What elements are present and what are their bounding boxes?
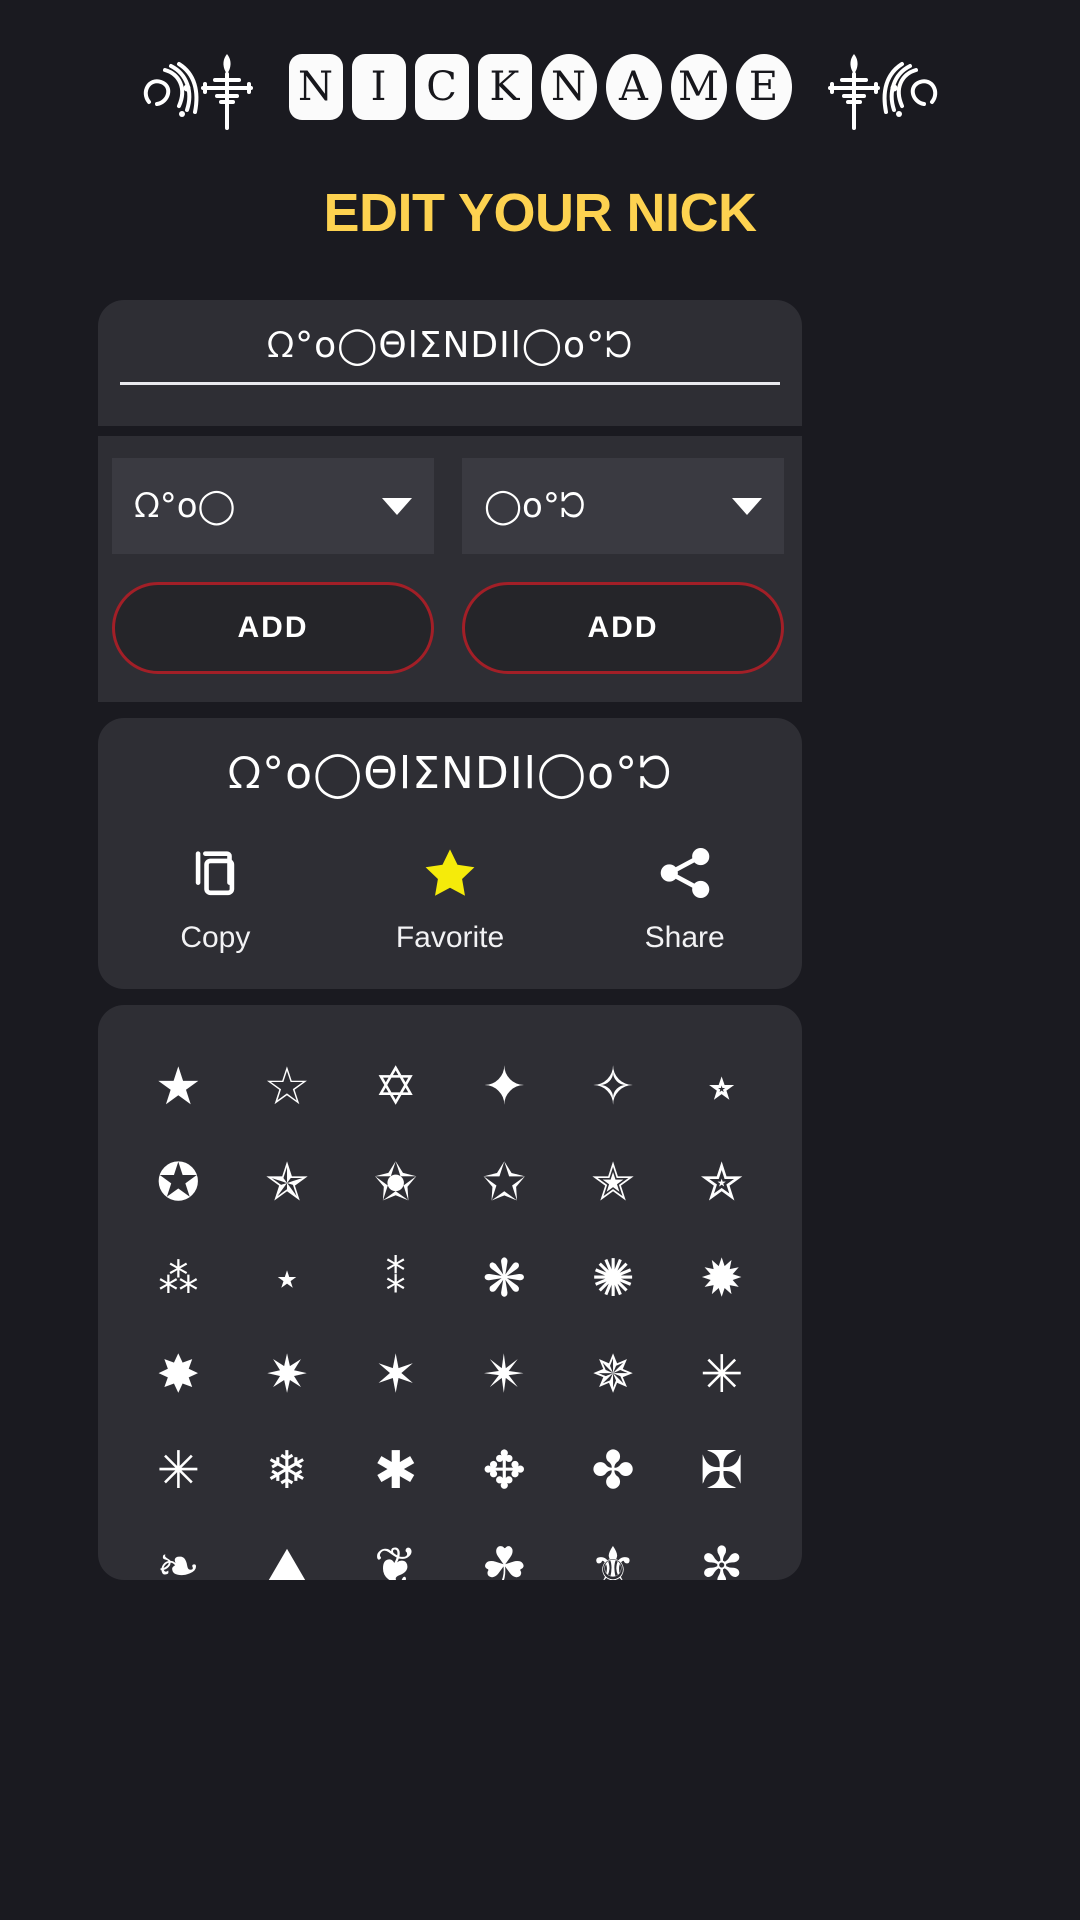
- prefix-decoration-value: ᘯ°o◯: [134, 486, 382, 526]
- symbol-cell[interactable]: ✬: [374, 1157, 418, 1209]
- app-logo-bar: N I C K N A M E: [0, 0, 1080, 140]
- nick-preview-card: ᘯ°o◯ΘlΣNDIl◯o°ᘰ Copy Fav: [98, 718, 802, 989]
- symbol-cell[interactable]: ✦: [483, 1061, 527, 1113]
- star-icon: [418, 841, 482, 905]
- flourish-ornament-left-icon: [135, 44, 275, 130]
- add-prefix-button[interactable]: ADD: [112, 582, 434, 674]
- add-suffix-button[interactable]: ADD: [462, 582, 784, 674]
- symbol-cell[interactable]: ⁑: [386, 1259, 406, 1299]
- favorite-action[interactable]: Favorite: [333, 841, 568, 955]
- symbol-cell[interactable]: ✼: [700, 1541, 744, 1580]
- symbol-cell[interactable]: ✧: [591, 1061, 635, 1113]
- symbol-cell[interactable]: ✶: [374, 1349, 418, 1401]
- brand-letter: A: [606, 54, 662, 120]
- nick-input-value[interactable]: ᘯ°o◯ΘlΣNDIl◯o°ᘰ: [267, 326, 633, 366]
- brand-letter: N: [289, 54, 343, 120]
- symbol-cell[interactable]: ✵: [591, 1349, 635, 1401]
- symbol-cell[interactable]: ⭒: [708, 1061, 736, 1113]
- decoration-picker-card: ᘯ°o◯ ◯o°ᘰ ADD ADD: [98, 436, 802, 702]
- symbol-cell[interactable]: ✪: [157, 1157, 201, 1209]
- brand-letter: C: [415, 54, 469, 120]
- brand-letter: I: [352, 54, 406, 120]
- copy-label: Copy: [180, 921, 250, 955]
- symbol-cell[interactable]: ٭: [276, 1259, 298, 1299]
- symbol-cell[interactable]: ❄: [265, 1445, 309, 1497]
- symbol-cell[interactable]: ☘: [481, 1541, 528, 1580]
- chevron-down-icon[interactable]: [732, 498, 762, 515]
- symbol-cell[interactable]: ✯: [265, 1157, 309, 1209]
- input-underline: [120, 382, 780, 385]
- symbol-cell[interactable]: ⚜: [590, 1541, 637, 1580]
- symbol-cell[interactable]: ☆: [264, 1061, 311, 1113]
- symbol-cell[interactable]: ✭: [591, 1157, 635, 1209]
- share-label: Share: [645, 921, 725, 955]
- action-bar: Copy Favorite: [98, 841, 802, 955]
- symbol-cell[interactable]: ❋: [483, 1253, 527, 1305]
- symbol-cell[interactable]: ✷: [265, 1349, 309, 1401]
- symbol-cell[interactable]: ✩: [483, 1157, 527, 1209]
- copy-action[interactable]: Copy: [98, 841, 333, 955]
- copy-icon: [183, 841, 247, 905]
- symbol-grid-card: ★ ☆ ✡ ✦ ✧ ⭒ ✪ ✯ ✬ ✩ ✭ ✮ ⁂ ٭ ⁑ ❋ ✺ ✹ ✸ ✷ ✶ ✴ ✵ ✳ ✳ ❄ ✱ ✥ ✤ ✠ ❧ ⛰ ❦ ☘ ⚜ ✼: [98, 1005, 802, 1580]
- nick-preview-value[interactable]: ᘯ°o◯ΘlΣNDIl◯o°ᘰ: [228, 748, 672, 799]
- symbol-cell[interactable]: ✱: [374, 1445, 418, 1497]
- symbol-cell[interactable]: ❦: [374, 1541, 418, 1580]
- suffix-decoration-select[interactable]: ◯o°ᘰ: [462, 458, 784, 554]
- share-icon: [653, 841, 717, 905]
- favorite-label: Favorite: [396, 921, 504, 955]
- brand-letters: N I C K N A M E: [289, 54, 792, 120]
- symbol-cell[interactable]: ✤: [591, 1445, 635, 1497]
- symbol-cell[interactable]: ✡: [374, 1061, 418, 1113]
- symbol-cell[interactable]: ⁂: [158, 1259, 198, 1299]
- symbol-cell[interactable]: ❧: [157, 1541, 201, 1580]
- decoration-select-row: ᘯ°o◯ ◯o°ᘰ: [112, 458, 788, 554]
- flourish-ornament-right-icon: [806, 44, 946, 130]
- symbol-cell[interactable]: ✳: [157, 1445, 201, 1497]
- prefix-decoration-select[interactable]: ᘯ°o◯: [112, 458, 434, 554]
- symbol-cell[interactable]: ✴: [483, 1349, 527, 1401]
- symbol-cell[interactable]: ✸: [157, 1349, 201, 1401]
- symbol-cell[interactable]: ⛰: [265, 1541, 309, 1580]
- symbol-cell[interactable]: ✹: [700, 1253, 744, 1305]
- add-button-row: ADD ADD: [112, 582, 788, 674]
- brand-letter: K: [478, 54, 532, 120]
- suffix-decoration-value: ◯o°ᘰ: [484, 486, 732, 526]
- brand-letter: E: [736, 54, 792, 120]
- brand-letter: N: [541, 54, 597, 120]
- symbol-cell[interactable]: ✠: [700, 1445, 744, 1497]
- symbol-grid: ★ ☆ ✡ ✦ ✧ ⭒ ✪ ✯ ✬ ✩ ✭ ✮ ⁂ ٭ ⁑ ❋ ✺ ✹ ✸ ✷ ✶ ✴ ✵ ✳ ✳ ❄ ✱ ✥ ✤ ✠ ❧ ⛰ ❦ ☘ ⚜ ✼: [124, 1039, 776, 1580]
- page-title: EDIT YOUR NICK: [0, 182, 1080, 244]
- share-action[interactable]: Share: [567, 841, 802, 955]
- symbol-cell[interactable]: ✥: [483, 1445, 527, 1497]
- brand-letter: M: [671, 54, 727, 120]
- symbol-cell[interactable]: ✮: [700, 1157, 744, 1209]
- chevron-down-icon[interactable]: [382, 498, 412, 515]
- symbol-cell[interactable]: ✺: [591, 1253, 635, 1305]
- nick-input-card[interactable]: ᘯ°o◯ΘlΣNDIl◯o°ᘰ: [98, 300, 802, 426]
- symbol-cell[interactable]: ✳: [700, 1349, 744, 1401]
- symbol-cell[interactable]: ★: [155, 1061, 202, 1113]
